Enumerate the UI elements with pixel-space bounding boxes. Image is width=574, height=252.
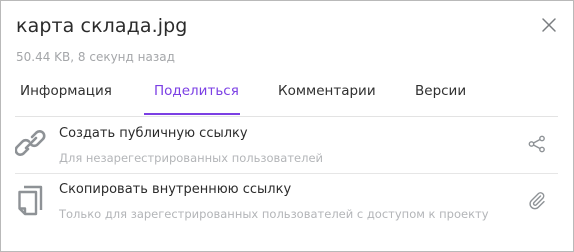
share-icon <box>528 135 545 153</box>
tab-share[interactable]: Поделиться <box>154 83 239 99</box>
file-share-panel: карта склада.jpg 50.44 KB, 8 секунд наза… <box>0 0 574 252</box>
share-option-description: Для незарегестрированных пользователей <box>59 151 324 165</box>
share-button[interactable] <box>527 134 547 154</box>
paperclip-icon <box>529 192 545 210</box>
tab-comments[interactable]: Комментарии <box>278 83 376 99</box>
file-title: карта склада.jpg <box>16 15 188 37</box>
copy-link-button[interactable] <box>527 190 547 210</box>
tab-info[interactable]: Информация <box>20 83 112 99</box>
share-option-internal-link[interactable]: Скопировать внутреннюю ссылку Только для… <box>15 173 558 229</box>
link-icon <box>14 127 47 161</box>
tab-bar: Информация Поделиться Комментарии Версии <box>1 83 573 116</box>
file-meta: 50.44 KB, 8 секунд назад <box>16 50 175 64</box>
tab-versions[interactable]: Версии <box>415 83 466 99</box>
copy-icon <box>15 183 47 217</box>
share-option-public-link[interactable]: Создать публичную ссылку Для незарегестр… <box>14 117 558 173</box>
share-option-title: Создать публичную ссылку <box>59 126 248 141</box>
active-tab-indicator <box>144 113 240 115</box>
share-option-title: Скопировать внутреннюю ссылку <box>59 182 292 197</box>
close-button[interactable] <box>540 16 558 34</box>
share-option-description: Только для зарегестрированных пользовате… <box>59 207 489 221</box>
close-icon <box>542 18 556 32</box>
